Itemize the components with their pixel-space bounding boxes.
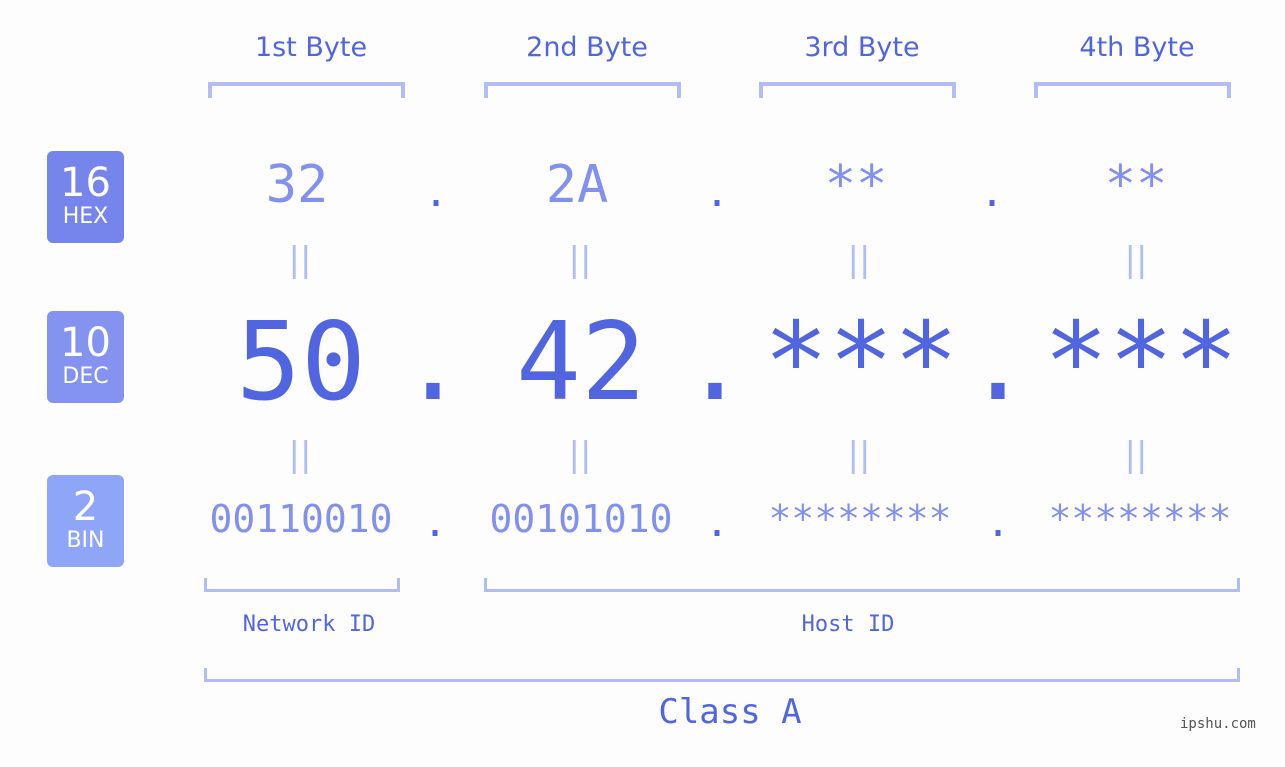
dec-base-number: 10 <box>60 320 111 366</box>
hex-dot-3: . <box>979 170 1005 216</box>
bin-base-number: 2 <box>72 484 99 530</box>
equals-hex-dec-4: || <box>1124 240 1148 280</box>
byte-bracket-4 <box>1034 82 1231 98</box>
hex-dot-2: . <box>704 170 730 216</box>
class-bracket <box>204 668 1240 682</box>
byte-header-1: 1st Byte <box>254 32 368 63</box>
dec-byte-3: *** <box>763 300 959 425</box>
byte-header-3: 3rd Byte <box>804 32 920 63</box>
equals-dec-bin-1: || <box>288 435 312 475</box>
host-id-bracket <box>484 578 1240 592</box>
dec-byte-1: 50 <box>235 300 367 425</box>
dec-dot-1: . <box>400 300 466 425</box>
hex-badge: 16 HEX <box>47 151 124 243</box>
dec-dot-3: . <box>965 300 1031 425</box>
dec-byte-4: *** <box>1043 300 1239 425</box>
equals-hex-dec-3: || <box>847 240 871 280</box>
bin-byte-1: 00110010 <box>209 497 393 541</box>
network-id-bracket <box>204 578 400 592</box>
watermark: ipshu.com <box>1180 716 1256 732</box>
dec-dot-2: . <box>682 300 748 425</box>
bin-base-label: BIN <box>66 528 105 553</box>
byte-bracket-2 <box>484 82 681 98</box>
hex-base-label: HEX <box>62 204 109 229</box>
hex-byte-4: ** <box>1104 155 1168 215</box>
byte-bracket-1 <box>208 82 405 98</box>
hex-dot-1: . <box>423 170 449 216</box>
hex-byte-3: ** <box>824 155 888 215</box>
dec-badge: 10 DEC <box>47 311 124 403</box>
equals-dec-bin-2: || <box>568 435 592 475</box>
equals-hex-dec-1: || <box>288 240 312 280</box>
class-label: Class A <box>658 692 802 732</box>
bin-byte-2: 00101010 <box>489 497 673 541</box>
dec-byte-2: 42 <box>515 300 647 425</box>
bin-dot-3: . <box>985 500 1011 546</box>
byte-bracket-3 <box>759 82 956 98</box>
bin-dot-2: . <box>704 500 730 546</box>
bin-byte-3: ******** <box>768 497 952 541</box>
byte-header-2: 2nd Byte <box>526 32 648 63</box>
dec-base-label: DEC <box>62 364 109 389</box>
equals-dec-bin-3: || <box>847 435 871 475</box>
host-id-label: Host ID <box>801 612 895 637</box>
bin-dot-1: . <box>422 500 448 546</box>
equals-dec-bin-4: || <box>1124 435 1148 475</box>
hex-byte-2: 2A <box>545 155 609 215</box>
equals-hex-dec-2: || <box>568 240 592 280</box>
hex-byte-1: 32 <box>265 155 329 215</box>
hex-base-number: 16 <box>60 160 111 206</box>
network-id-label: Network ID <box>242 612 376 637</box>
byte-header-4: 4th Byte <box>1079 32 1195 63</box>
bin-byte-4: ******** <box>1048 497 1232 541</box>
bin-badge: 2 BIN <box>47 475 124 567</box>
